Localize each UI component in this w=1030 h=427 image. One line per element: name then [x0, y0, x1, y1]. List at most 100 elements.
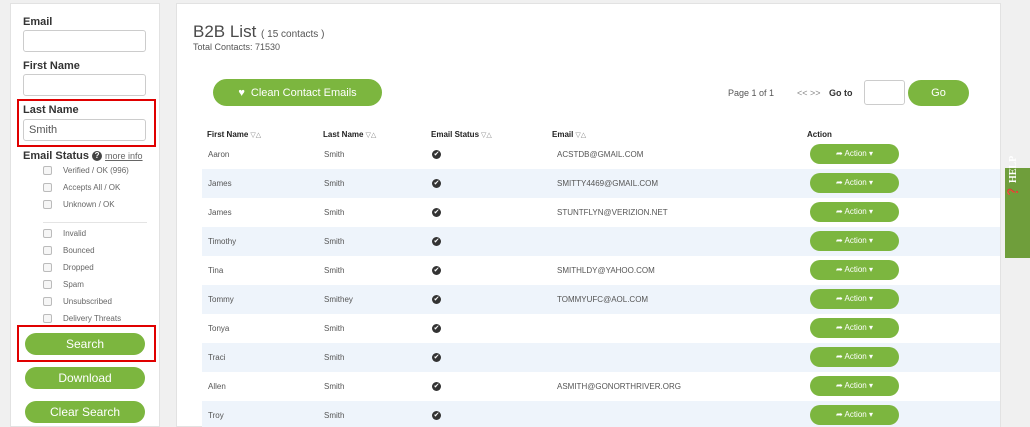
verified-check-icon: ✔ — [432, 237, 441, 246]
last-name-cell: Smith — [324, 208, 345, 217]
sort-icon[interactable]: ▽△ — [365, 132, 376, 139]
action-label: Action — [844, 236, 867, 245]
row-action-button[interactable]: ➦ Action ▾ — [810, 347, 899, 367]
status-checkbox[interactable] — [43, 182, 52, 192]
status-filter-2[interactable]: Unknown / OK — [43, 197, 115, 211]
status-label: Dropped — [63, 262, 94, 272]
goto-label: Go to — [829, 88, 853, 98]
first-name-cell: Tina — [208, 266, 224, 275]
status-checkbox[interactable] — [43, 296, 52, 306]
caret-down-icon: ▾ — [866, 352, 873, 361]
last-name-cell: Smith — [324, 353, 345, 362]
row-action-button[interactable]: ➦ Action ▾ — [810, 376, 899, 396]
sort-icon[interactable]: ▽△ — [250, 132, 261, 139]
share-arrow-icon: ➦ — [836, 381, 845, 390]
clear-search-button[interactable]: Clear Search — [25, 401, 145, 423]
row-action-button[interactable]: ➦ Action ▾ — [810, 289, 899, 309]
status-filter-1[interactable]: Accepts All / OK — [43, 180, 120, 194]
status-checkbox[interactable] — [43, 199, 52, 209]
col-email-label: Email — [552, 130, 574, 139]
status-filter-3[interactable]: Invalid — [43, 226, 86, 240]
share-arrow-icon: ➦ — [836, 178, 845, 187]
caret-down-icon: ▾ — [866, 207, 873, 216]
action-label: Action — [844, 149, 867, 158]
first-name-cell: Traci — [208, 353, 226, 362]
row-action-button[interactable]: ➦ Action ▾ — [810, 260, 899, 280]
row-action-button[interactable]: ➦ Action ▾ — [810, 405, 899, 425]
verified-check-icon: ✔ — [432, 411, 441, 420]
first-name-cell: Allen — [208, 382, 226, 391]
first-name-cell: Tonya — [208, 324, 230, 333]
search-button[interactable]: Search — [25, 333, 145, 355]
col-last-name[interactable]: Last Name ▽△ — [323, 130, 376, 139]
first-name-cell: James — [208, 208, 232, 217]
filter-sidebar: Email First Name Last Name Email Status?… — [10, 3, 160, 427]
status-filter-5[interactable]: Dropped — [43, 260, 94, 274]
last-name-field[interactable] — [23, 119, 146, 141]
caret-down-icon: ▾ — [866, 323, 873, 332]
verified-check-icon: ✔ — [432, 382, 441, 391]
verified-check-icon: ✔ — [432, 208, 441, 217]
help-tab[interactable]: ❓ HELP — [1005, 156, 1030, 258]
verified-check-icon: ✔ — [432, 295, 441, 304]
status-label: Bounced — [63, 245, 95, 255]
verified-check-icon: ✔ — [432, 324, 441, 333]
row-action-button[interactable]: ➦ Action ▾ — [810, 318, 899, 338]
first-name-field[interactable] — [23, 74, 146, 96]
first-name-label: First Name — [23, 60, 80, 72]
question-icon[interactable]: ? — [92, 151, 103, 162]
row-action-button[interactable]: ➦ Action ▾ — [810, 231, 899, 251]
status-checkbox[interactable] — [43, 245, 52, 255]
row-action-button[interactable]: ➦ Action ▾ — [810, 173, 899, 193]
status-divider — [43, 222, 147, 223]
status-filter-6[interactable]: Spam — [43, 277, 84, 291]
share-arrow-icon: ➦ — [836, 323, 845, 332]
download-button[interactable]: Download — [25, 367, 145, 389]
caret-down-icon: ▾ — [866, 410, 873, 419]
status-checkbox[interactable] — [43, 165, 52, 175]
verified-check-icon: ✔ — [432, 353, 441, 362]
status-checkbox[interactable] — [43, 313, 52, 323]
status-filter-7[interactable]: Unsubscribed — [43, 294, 112, 308]
col-email[interactable]: Email ▽△ — [552, 130, 586, 139]
status-filter-0[interactable]: Verified / OK (996) — [43, 163, 129, 177]
col-email-status[interactable]: Email Status ▽△ — [431, 130, 492, 139]
first-name-cell: Tommy — [208, 295, 234, 304]
pager-arrows[interactable]: << >> — [797, 88, 821, 98]
last-name-cell: Smith — [324, 411, 345, 420]
status-checkbox[interactable] — [43, 228, 52, 238]
clean-contact-emails-button[interactable]: ♥ Clean Contact Emails — [213, 79, 382, 106]
action-label: Action — [844, 265, 867, 274]
last-name-cell: Smith — [324, 179, 345, 188]
email-cell: SMITHLDY@YAHOO.COM — [557, 266, 655, 275]
email-cell: STUNTFLYN@VERIZION.NET — [557, 208, 668, 217]
col-last-name-label: Last Name — [323, 130, 364, 139]
caret-down-icon: ▾ — [866, 149, 873, 158]
status-label: Verified / OK (996) — [63, 165, 129, 175]
action-label: Action — [844, 323, 867, 332]
email-field[interactable] — [23, 30, 146, 52]
row-action-button[interactable]: ➦ Action ▾ — [810, 144, 899, 164]
caret-down-icon: ▾ — [866, 236, 873, 245]
more-info-link[interactable]: more info — [105, 151, 143, 161]
first-name-cell: James — [208, 179, 232, 188]
status-filter-4[interactable]: Bounced — [43, 243, 95, 257]
col-first-name[interactable]: First Name ▽△ — [207, 130, 261, 139]
goto-page-input[interactable] — [864, 80, 905, 105]
help-tab-label: HELP — [1008, 155, 1019, 184]
sort-icon[interactable]: ▽△ — [575, 132, 586, 139]
row-action-button[interactable]: ➦ Action ▾ — [810, 202, 899, 222]
caret-down-icon: ▾ — [866, 294, 873, 303]
share-arrow-icon: ➦ — [836, 352, 845, 361]
action-label: Action — [844, 207, 867, 216]
sort-icon[interactable]: ▽△ — [481, 132, 492, 139]
status-checkbox[interactable] — [43, 262, 52, 272]
first-name-cell: Aaron — [208, 150, 230, 159]
last-name-label: Last Name — [23, 104, 79, 116]
status-checkbox[interactable] — [43, 279, 52, 289]
status-filter-8[interactable]: Delivery Threats — [43, 311, 121, 325]
share-arrow-icon: ➦ — [836, 207, 845, 216]
go-button[interactable]: Go — [908, 80, 969, 106]
email-cell: TOMMYUFC@AOL.COM — [557, 295, 649, 304]
share-arrow-icon: ➦ — [836, 294, 845, 303]
